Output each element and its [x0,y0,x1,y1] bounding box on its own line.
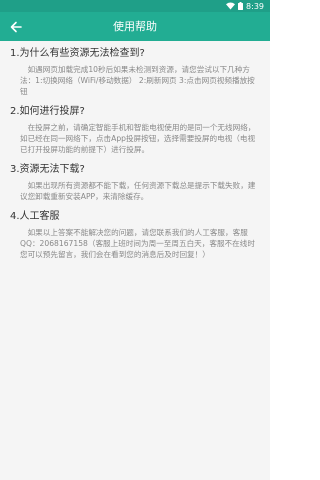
arrow-left-icon [10,18,22,37]
faq-question: 2.如何进行投屏? [10,106,85,117]
faq-answer: 如果以上答案不能解决您的问题，请您联系我们的人工客服，客服QQ：20681671… [20,228,255,259]
battery-icon [238,2,244,10]
faq-section: 4.人工客服 如果以上答案不能解决您的问题，请您联系我们的人工客服，客服QQ：2… [10,210,260,260]
faq-section: 1.为什么有些资源无法检查到? 如遇网页加载完成10秒后如果未检测到资源，请您尝… [10,47,260,97]
back-button[interactable] [6,17,26,37]
status-bar: 8:39 [0,0,270,12]
faq-question: 1.为什么有些资源无法检查到? [10,48,145,59]
faq-section: 2.如何进行投屏? 在投屏之前，请确定智能手机和智能电视使用的是同一个无线网络，… [10,105,260,155]
faq-question: 3.资源无法下载? [10,164,85,175]
faq-answer: 在投屏之前，请确定智能手机和智能电视使用的是同一个无线网络，如已经在同一网络下，… [20,123,256,154]
faq-section: 3.资源无法下载? 如果出现所有资源都不能下载，任何资源下载总是提示下载失败，建… [10,163,260,202]
wifi-icon [226,2,236,10]
app-bar: 使用帮助 [0,12,270,41]
faq-question: 4.人工客服 [10,211,60,222]
status-icons: 8:39 [226,2,264,11]
page-title: 使用帮助 [113,20,157,33]
faq-answer: 如遇网页加载完成10秒后如果未检测到资源，请您尝试以下几种方法：1:切换网络（W… [20,65,255,96]
status-time: 8:39 [246,1,264,11]
faq-answer: 如果出现所有资源都不能下载，任何资源下载总是提示下载失败，建议您卸载重新安装AP… [20,181,256,201]
help-content: 1.为什么有些资源无法检查到? 如遇网页加载完成10秒后如果未检测到资源，请您尝… [0,41,270,480]
